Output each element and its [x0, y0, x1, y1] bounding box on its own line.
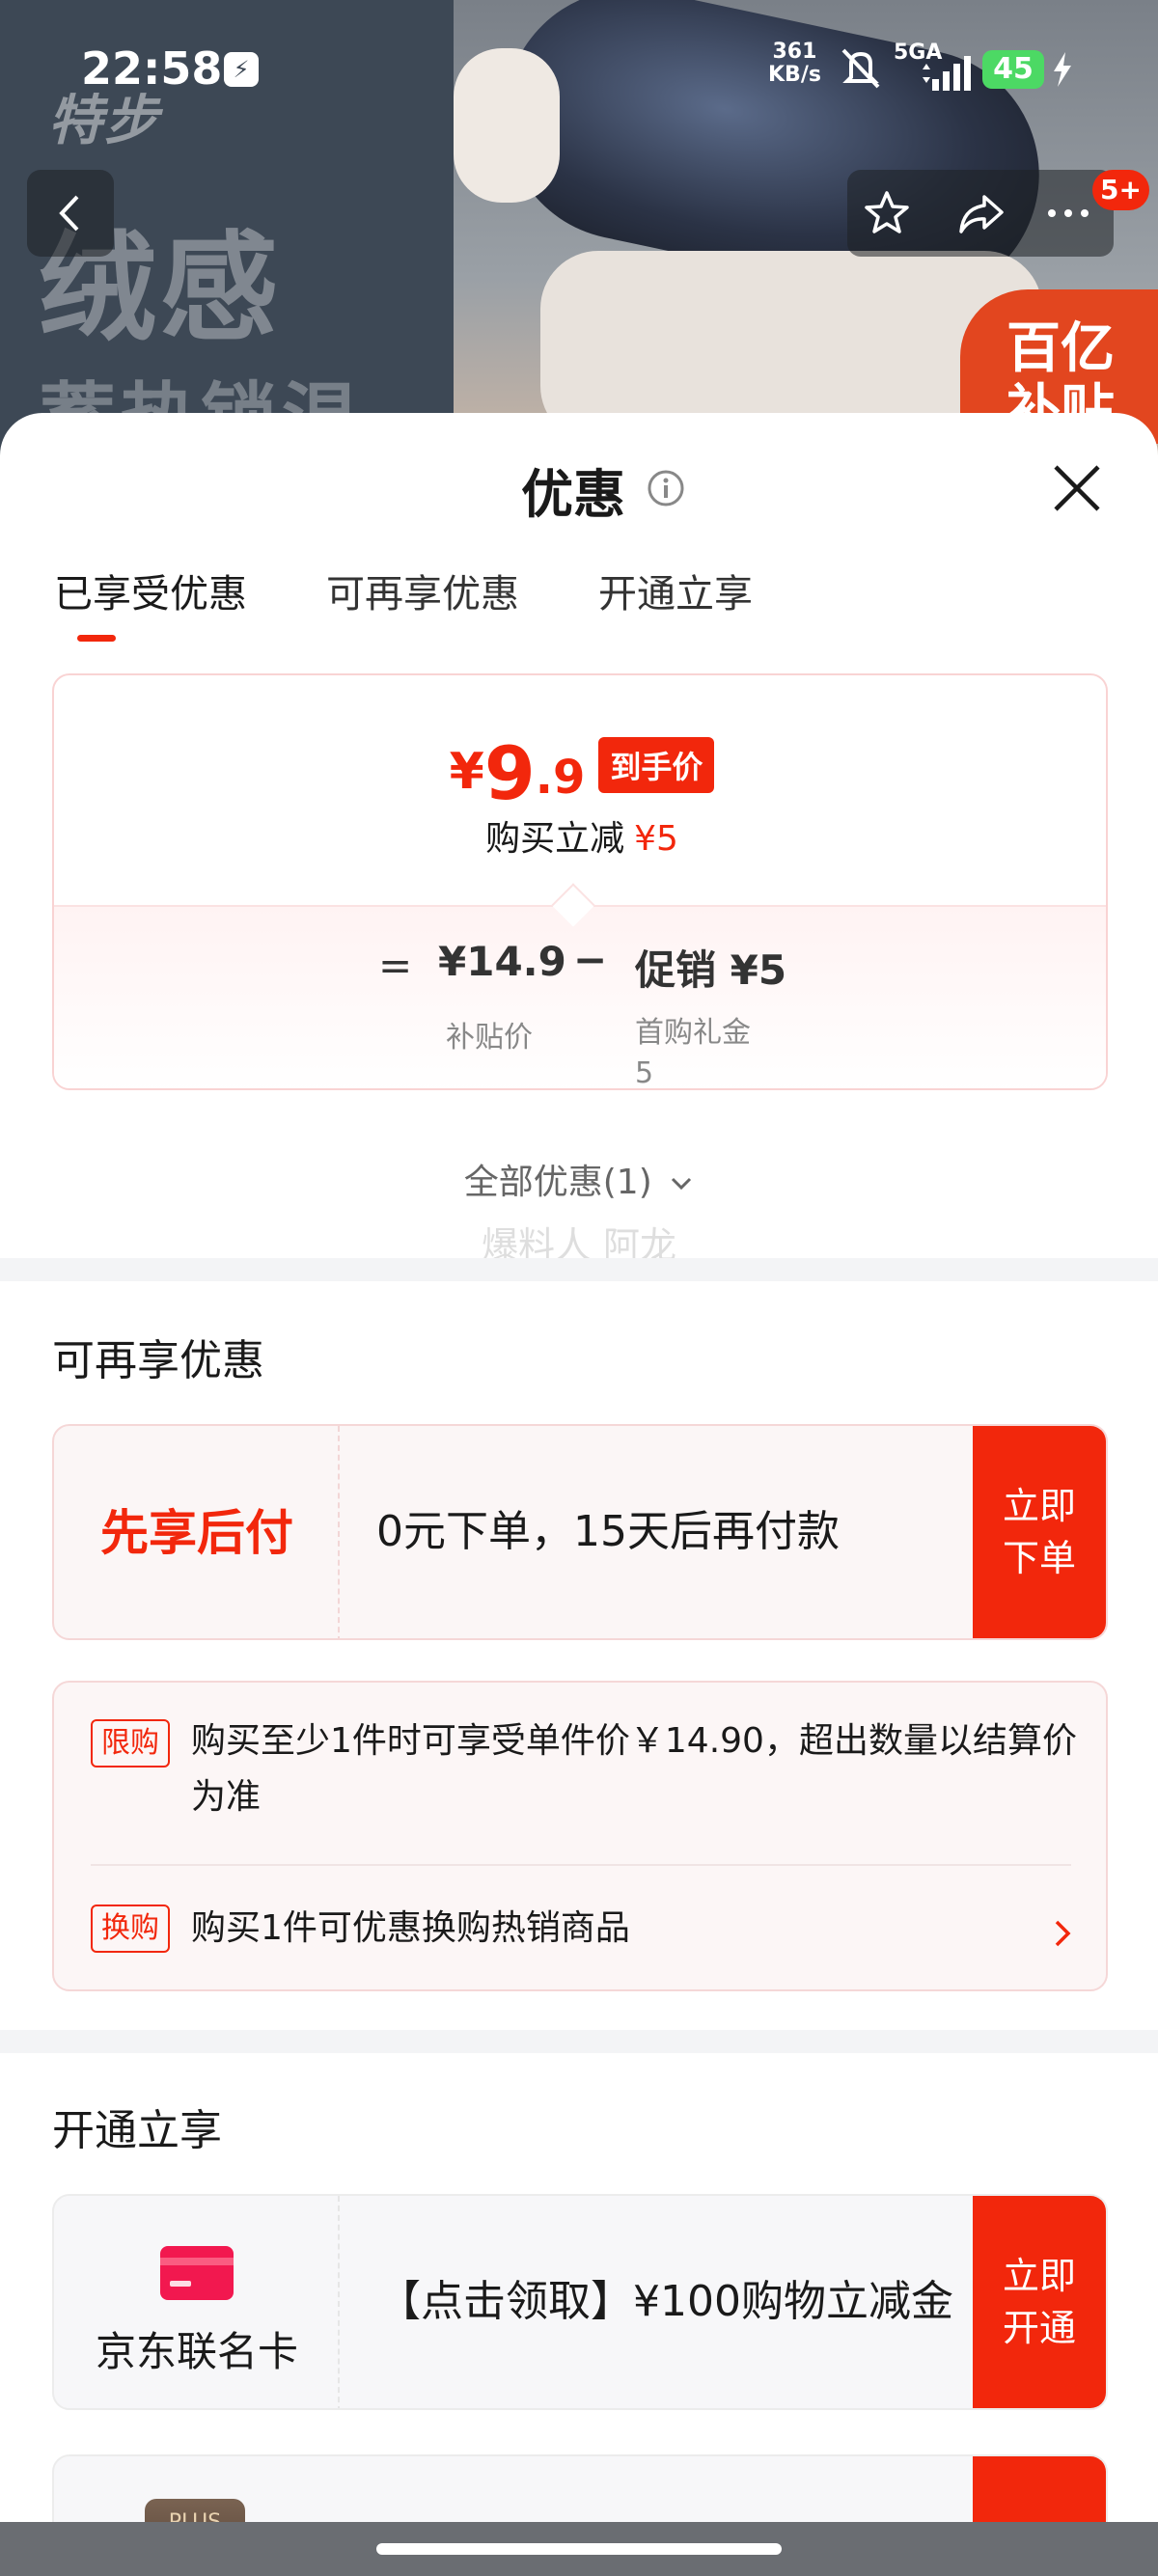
- subsidy-badge-line1: 百亿: [1006, 317, 1115, 380]
- app-notification-icon: ⚡: [224, 52, 259, 87]
- mute-icon: [841, 48, 880, 89]
- price-decimal: .9: [535, 751, 586, 805]
- section-title-more: 可再享优惠: [52, 1336, 264, 1385]
- exchange-rule-text: 购买1件可优惠换购热销商品: [191, 1908, 630, 1948]
- promo-label: 首购礼金 5: [635, 1013, 751, 1090]
- open-card-line2: 开通: [1002, 2307, 1076, 2349]
- close-icon[interactable]: [1050, 461, 1104, 515]
- status-time: 22:58: [81, 42, 223, 95]
- battery-icon: 45: [982, 50, 1044, 89]
- minus-sign: −: [573, 936, 608, 983]
- promo-label-text: 首购礼金: [635, 1016, 751, 1050]
- sheet-title-wrap: 优惠: [521, 455, 625, 525]
- tab-open-to-enjoy[interactable]: 开通立享: [598, 567, 753, 644]
- all-discounts-toggle[interactable]: 全部优惠(1): [0, 1154, 1158, 1204]
- equals-sign: =: [378, 942, 413, 989]
- network-speed-unit: KB/s: [768, 63, 821, 87]
- instant-reduction: 购买立减 ¥5: [54, 810, 1106, 861]
- home-indicator[interactable]: [376, 2543, 782, 2555]
- price-formula: = ¥14.9 补贴价 − 促销 ¥5 首购礼金 5: [54, 905, 1106, 1090]
- exchange-tag: 换购: [91, 1905, 170, 1953]
- pay-later-card[interactable]: 先享后付 0元下单，15天后再付款 立即 下单: [52, 1424, 1108, 1640]
- tab-more-available[interactable]: 可再享优惠: [326, 567, 519, 644]
- final-price: ¥ 9 .9 到手价: [54, 730, 1106, 816]
- co-brand-card-desc: 【点击领取】¥100购物立减金: [378, 2277, 953, 2326]
- discount-sheet: 优惠 已享受优惠 可再享优惠 开通立享 ¥ 9 .9 到手价 购买立减 ¥5 = …: [0, 413, 1158, 2576]
- subsidy-price-label: 补贴价: [446, 1021, 533, 1055]
- purchase-rules-card: 限购 购买至少1件时可享受单件价￥14.90，超出数量以结算价为准 换购 购买1…: [52, 1681, 1108, 1991]
- pay-later-left: 先享后付: [54, 1426, 340, 1638]
- chevron-down-icon: [672, 1177, 692, 1191]
- more-icon[interactable]: [1042, 187, 1094, 239]
- star-icon[interactable]: [861, 187, 913, 239]
- back-button[interactable]: [27, 170, 114, 257]
- reduction-label: 购买立减: [485, 819, 625, 859]
- all-discounts-label: 全部优惠(1): [463, 1163, 652, 1202]
- pay-later-desc: 0元下单，15天后再付款: [376, 1507, 840, 1556]
- top-action-group: [847, 170, 1114, 257]
- co-brand-card-offer[interactable]: 京东联名卡 【点击领取】¥100购物立减金 立即 开通: [52, 2194, 1108, 2410]
- sheet-title: 优惠: [521, 463, 625, 525]
- promo-label-sub: 5: [635, 1056, 654, 1090]
- price-currency: ¥: [449, 743, 484, 801]
- chevron-left-icon: [59, 195, 79, 232]
- pay-later-label: 先享后付: [100, 1505, 293, 1561]
- subsidy-price-value: ¥14.9: [438, 938, 566, 985]
- reduction-amount: ¥5: [634, 819, 678, 859]
- order-now-line2: 下单: [1002, 1537, 1076, 1579]
- message-count-badge: 5+: [1092, 170, 1149, 210]
- co-brand-card-label: 京东联名卡: [95, 2328, 298, 2375]
- discount-tabs: 已享受优惠 可再享优惠 开通立享: [54, 567, 832, 644]
- credit-card-icon: [160, 2246, 234, 2300]
- network-speed-value: 361: [772, 40, 817, 64]
- limit-rule-text: 购买至少1件时可享受单件价￥14.90，超出数量以结算价为准: [191, 1721, 1077, 1817]
- promo-value: 促销 ¥5: [635, 946, 787, 994]
- rule-divider: [91, 1864, 1071, 1866]
- open-card-line1: 立即: [1002, 2255, 1076, 2297]
- active-tab-indicator: [77, 635, 116, 642]
- open-card-button[interactable]: 立即 开通: [973, 2196, 1106, 2408]
- order-now-button[interactable]: 立即 下单: [973, 1426, 1106, 1638]
- price-integer: 9: [483, 730, 536, 816]
- section-divider: [0, 1258, 1158, 1281]
- order-now-line1: 立即: [1002, 1485, 1076, 1527]
- info-icon[interactable]: [647, 469, 685, 507]
- chevron-right-icon: [1055, 1920, 1071, 1947]
- share-icon[interactable]: [955, 187, 1007, 239]
- charging-icon: [1054, 52, 1071, 87]
- final-price-card: ¥ 9 .9 到手价 购买立减 ¥5 = ¥14.9 补贴价 − 促销 ¥5 首购…: [52, 673, 1108, 1090]
- network-speed: 361 KB/s: [768, 41, 821, 87]
- co-brand-card-left: 京东联名卡: [54, 2196, 340, 2408]
- status-bar: 22:58 ⚡ 361 KB/s 5GA 45: [0, 0, 1158, 145]
- signal-icon: [923, 56, 971, 91]
- limit-tag: 限购: [91, 1719, 170, 1768]
- final-price-tag: 到手价: [598, 737, 715, 793]
- tab-enjoyed[interactable]: 已享受优惠: [54, 567, 247, 644]
- section-title-open: 开通立享: [52, 2106, 222, 2155]
- section-divider: [0, 2030, 1158, 2053]
